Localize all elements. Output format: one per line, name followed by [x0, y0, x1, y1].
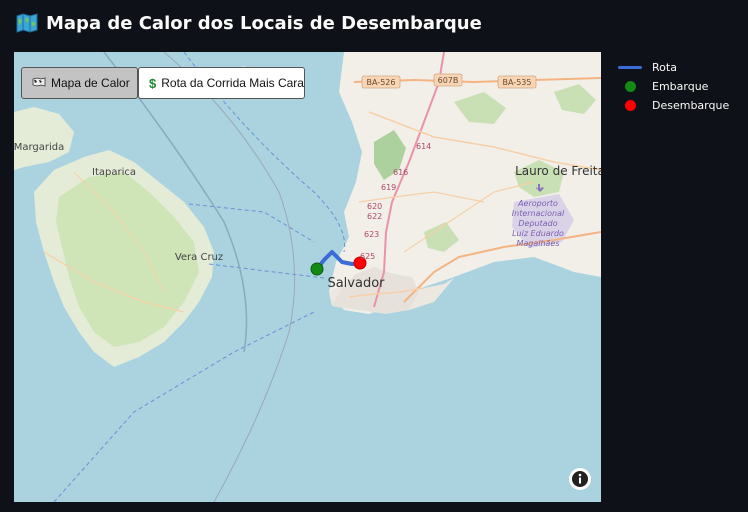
red-dot-icon: [618, 100, 642, 111]
map-view[interactable]: BA-526 607B BA-535 614 616 619 620 622 6…: [14, 52, 601, 502]
heatmap-toggle-label: Mapa de Calor: [51, 76, 130, 90]
heatmap-toggle-button[interactable]: Mapa de Calor: [21, 67, 138, 99]
legend-item-pickup[interactable]: Embarque: [618, 77, 746, 96]
route-line-icon: [618, 66, 642, 69]
legend-label: Rota: [652, 61, 677, 74]
green-dot-icon: [618, 81, 642, 92]
legend-item-route[interactable]: Rota: [618, 58, 746, 77]
legend: Rota Embarque Desembarque: [618, 58, 746, 115]
info-icon[interactable]: [569, 468, 591, 490]
legend-label: Embarque: [652, 80, 709, 93]
map-icon: [16, 13, 38, 33]
world-map-icon: [32, 76, 46, 90]
expensive-route-toggle-button[interactable]: $ Rota da Corrida Mais Cara: [138, 67, 305, 99]
page-title: Mapa de Calor dos Locais de Desembarque: [16, 10, 482, 36]
expensive-route-toggle-label: Rota da Corrida Mais Cara: [161, 76, 304, 90]
dollar-icon: $: [149, 75, 157, 91]
map-tiles: [14, 52, 601, 502]
page-title-text: Mapa de Calor dos Locais de Desembarque: [46, 12, 482, 34]
legend-label: Desembarque: [652, 99, 730, 112]
legend-item-dropoff[interactable]: Desembarque: [618, 96, 746, 115]
